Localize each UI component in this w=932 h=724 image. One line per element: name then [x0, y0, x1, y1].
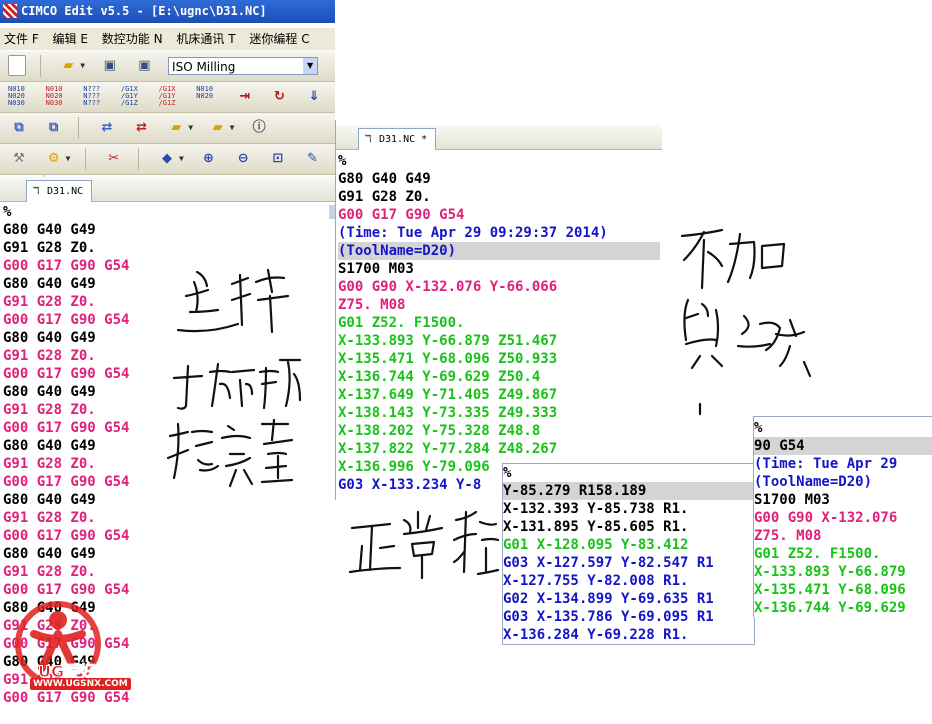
watermark-logo: UG爱好者 WWW.UGSNX.COM — [10, 600, 136, 720]
handwriting-layer — [166, 228, 812, 580]
handwritten-note-right — [680, 228, 812, 416]
handwritten-note-bottom — [348, 510, 500, 580]
handwritten-note-left — [166, 268, 302, 488]
watermark-url: WWW.UGSNX.COM — [30, 678, 131, 690]
